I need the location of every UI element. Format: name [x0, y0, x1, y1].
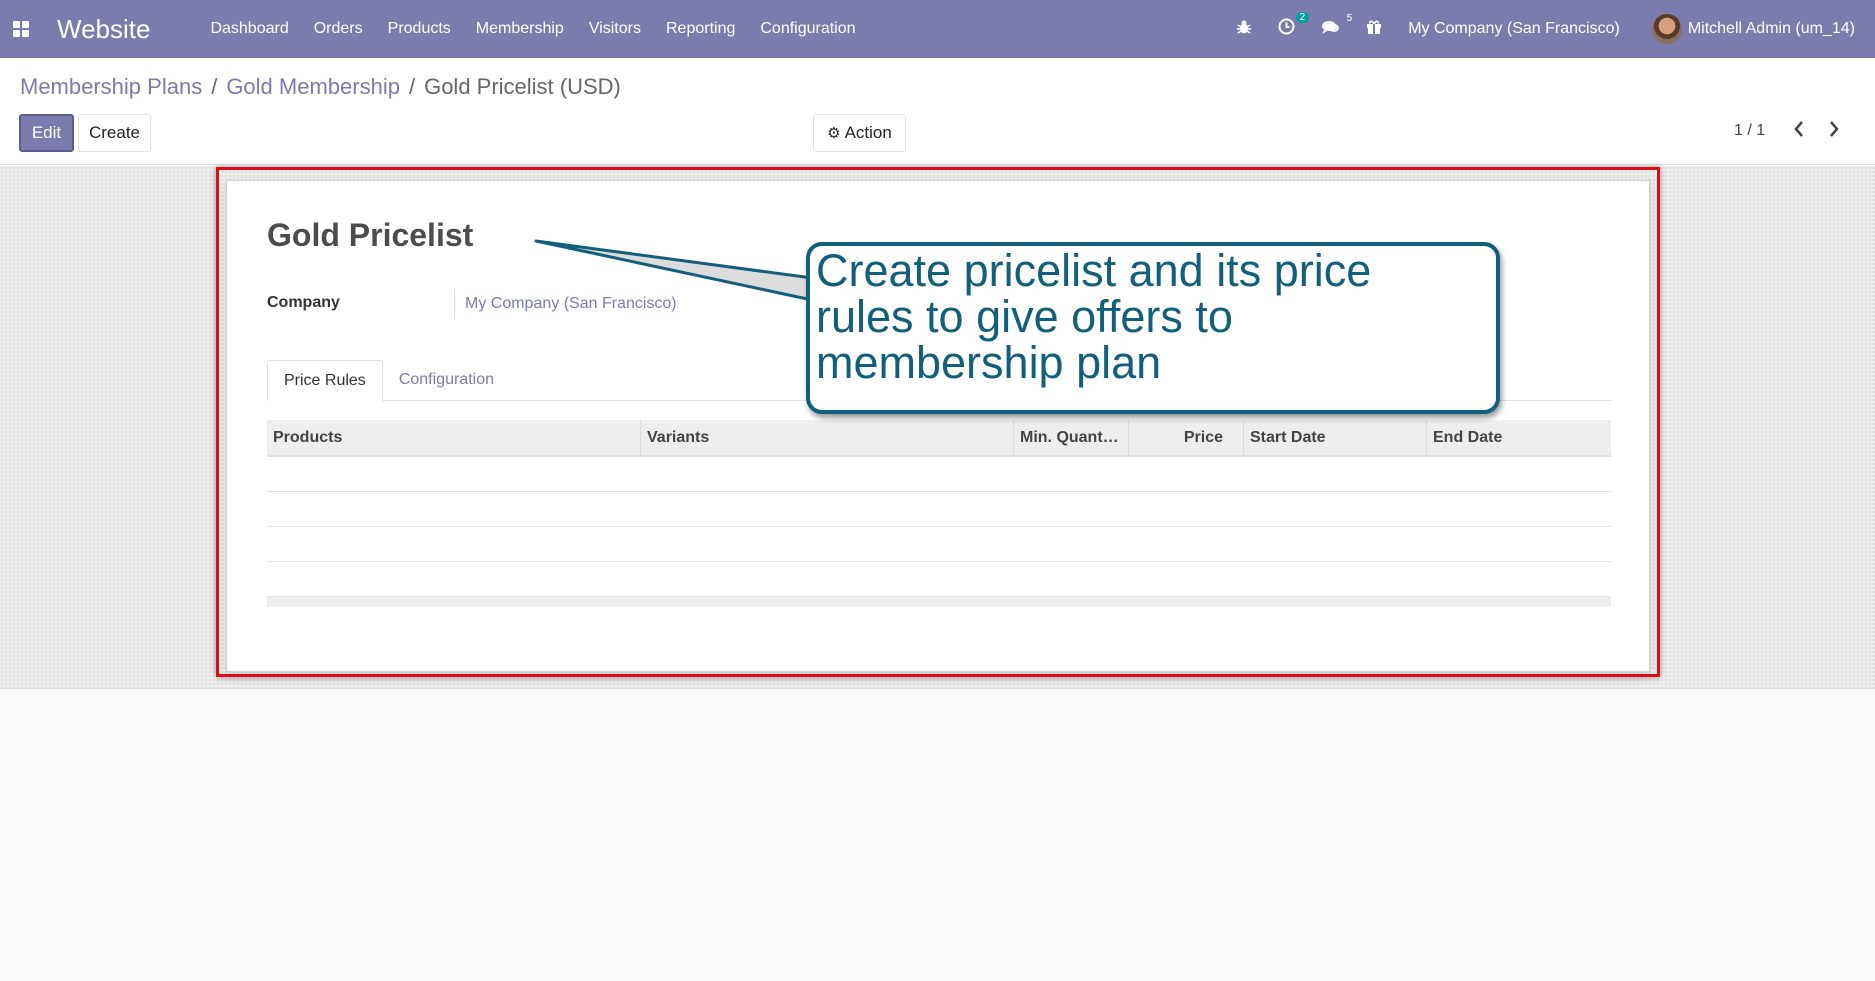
main-menu: Dashboard Orders Products Membership Vis…	[210, 20, 880, 38]
user-menu[interactable]: Mitchell Admin (um_14)	[1651, 14, 1855, 44]
debug-bug-icon[interactable]	[1236, 19, 1252, 40]
breadcrumb: Membership Plans / Gold Membership / Gol…	[20, 74, 621, 100]
top-navbar: Website Dashboard Orders Products Member…	[0, 0, 1875, 58]
pricelist-title: Gold Pricelist	[267, 217, 474, 253]
gift-icon[interactable]	[1366, 19, 1382, 40]
user-name: Mitchell Admin (um_14)	[1687, 20, 1855, 37]
table-header: Products Variants Min. Quanti… Price Sta…	[267, 420, 1611, 457]
table-row[interactable]	[267, 527, 1611, 562]
menu-products[interactable]: Products	[388, 20, 451, 38]
company-field[interactable]: My Company (San Francisco)	[454, 289, 677, 319]
systray: 2 5 My Company (San Francisco) Mitchell …	[1236, 0, 1875, 58]
action-button[interactable]: ⚙ Action	[813, 114, 906, 152]
menu-dashboard[interactable]: Dashboard	[210, 20, 288, 38]
callout-text: Create pricelist and its price rules to …	[816, 248, 1456, 386]
breadcrumb-separator: /	[211, 74, 218, 99]
column-start-date[interactable]: Start Date	[1244, 420, 1427, 455]
callout-line: Create pricelist and its price	[816, 245, 1372, 296]
table-row[interactable]	[267, 457, 1611, 492]
app-name[interactable]: Website	[57, 14, 150, 45]
column-variants[interactable]: Variants	[641, 420, 1014, 455]
edit-button[interactable]: Edit	[19, 114, 74, 152]
message-count-badge: 5	[1346, 12, 1353, 24]
callout-line: rules to give offers to	[816, 291, 1233, 342]
table-row[interactable]	[267, 562, 1611, 597]
callout-line: membership plan	[816, 337, 1162, 388]
menu-membership[interactable]: Membership	[476, 20, 564, 38]
gear-icon: ⚙	[827, 125, 841, 142]
action-label: Action	[844, 123, 892, 142]
pager-value[interactable]: 1 / 1	[1734, 122, 1765, 140]
breadcrumb-gold-membership[interactable]: Gold Membership	[226, 74, 400, 100]
pager-previous-icon[interactable]	[1793, 120, 1805, 144]
tab-price-rules[interactable]: Price Rules	[267, 360, 383, 401]
apps-menu-icon[interactable]	[13, 21, 29, 37]
tab-configuration[interactable]: Configuration	[383, 360, 510, 400]
activity-clock-icon[interactable]: 2	[1278, 12, 1310, 40]
price-rules-table: Products Variants Min. Quanti… Price Sta…	[267, 420, 1611, 607]
menu-reporting[interactable]: Reporting	[666, 20, 735, 38]
callout-box: Create pricelist and its price rules to …	[806, 242, 1500, 414]
messages-chat-icon[interactable]: 5	[1321, 13, 1352, 40]
menu-orders[interactable]: Orders	[314, 20, 363, 38]
column-products[interactable]: Products	[267, 420, 641, 455]
company-switcher[interactable]: My Company (San Francisco)	[1408, 20, 1620, 38]
breadcrumb-membership-plans[interactable]: Membership Plans	[20, 74, 202, 100]
table-row[interactable]	[267, 492, 1611, 527]
pager-next-icon[interactable]	[1828, 120, 1840, 144]
breadcrumb-separator: /	[408, 74, 416, 99]
column-end-date[interactable]: End Date	[1427, 420, 1611, 455]
company-label: Company	[267, 294, 340, 311]
table-footer	[267, 597, 1611, 607]
activity-count-badge: 2	[1295, 12, 1310, 23]
breadcrumb-current: Gold Pricelist (USD)	[424, 74, 621, 99]
user-avatar	[1651, 14, 1682, 44]
control-panel: Membership Plans / Gold Membership / Gol…	[0, 58, 1875, 165]
column-min-quantity[interactable]: Min. Quanti…	[1014, 420, 1129, 455]
menu-configuration[interactable]: Configuration	[760, 20, 855, 38]
menu-visitors[interactable]: Visitors	[589, 20, 641, 38]
column-price[interactable]: Price	[1129, 420, 1244, 455]
create-button[interactable]: Create	[78, 114, 151, 152]
